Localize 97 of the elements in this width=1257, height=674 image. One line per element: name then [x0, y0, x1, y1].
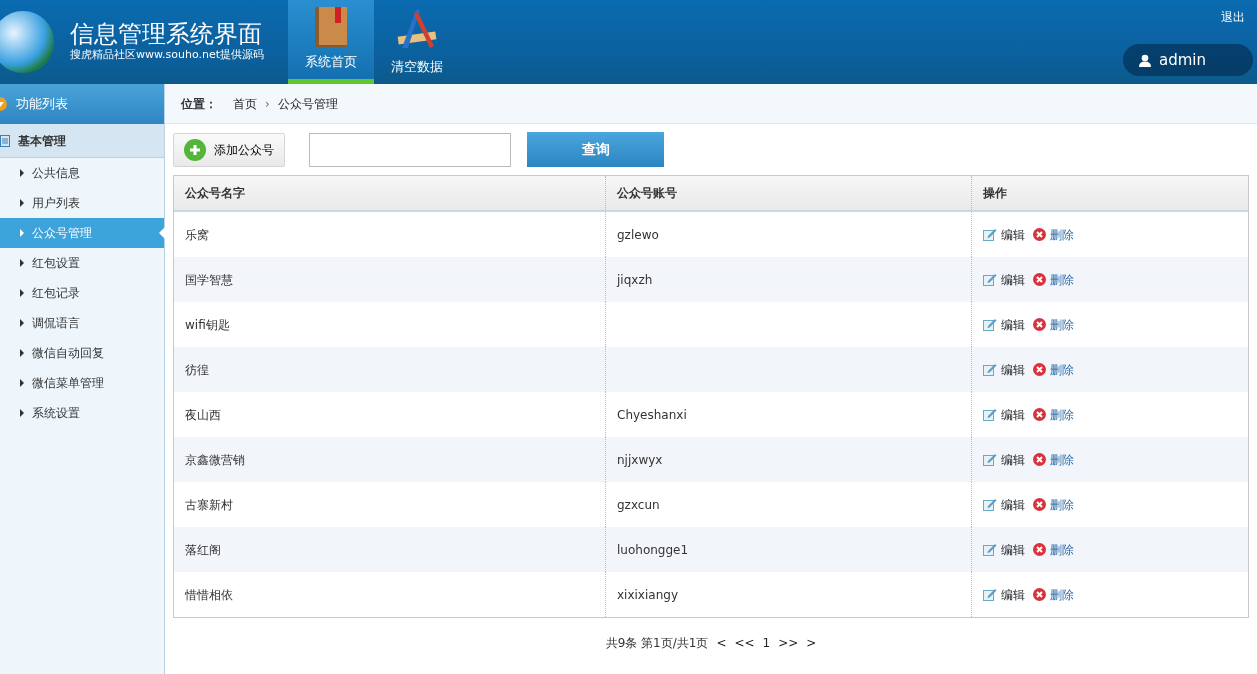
sidebar-item[interactable]: 系统设置 [0, 398, 164, 428]
pagination-summary: 共9条 第1页/共1页 [605, 635, 709, 652]
table-cell-text: 国学智慧 [184, 271, 234, 289]
edit-icon [983, 408, 997, 421]
table-cell-text: gzlewo [617, 226, 659, 244]
close-icon [1033, 318, 1046, 331]
table-cell-text: 夜山西 [184, 406, 222, 424]
triangle-icon [20, 409, 24, 417]
first-page-link[interactable]: < [716, 634, 727, 652]
triangle-icon [20, 319, 24, 327]
delete-link[interactable]: 删除 [1033, 585, 1074, 604]
delete-link[interactable]: 删除 [1033, 360, 1074, 379]
table-cell-text: 惜惜相依 [184, 586, 234, 604]
edit-link[interactable]: 编辑 [983, 585, 1025, 604]
triangle-icon [20, 229, 24, 237]
column-header: 公众号名字 [184, 185, 246, 202]
delete-link[interactable]: 删除 [1033, 405, 1074, 424]
book-icon [312, 6, 349, 48]
nav-tab[interactable]: 清空数据 [373, 0, 460, 84]
edit-link[interactable]: 编辑 [983, 405, 1025, 424]
sidebar-item[interactable]: 调侃语言 [0, 308, 164, 338]
breadcrumb-link[interactable]: 公众号管理 [277, 94, 338, 113]
app-subtitle: 搜虎精品社区www.souho.net提供源码 [70, 46, 264, 63]
sidebar-group-header: 基本管理 [0, 124, 164, 158]
table-cell-text: 京鑫微营销 [184, 451, 246, 469]
triangle-icon [20, 349, 24, 357]
edit-link[interactable]: 编辑 [983, 540, 1025, 559]
close-icon [1033, 453, 1046, 466]
triangle-icon [20, 379, 24, 387]
edit-link[interactable]: 编辑 [983, 495, 1025, 514]
triangle-icon [20, 199, 24, 207]
table-cell-text: 落红阁 [184, 541, 222, 559]
breadcrumb-label: 位置： [181, 95, 217, 113]
edit-link[interactable]: 编辑 [983, 315, 1025, 334]
edit-link[interactable]: 编辑 [983, 360, 1025, 379]
table-cell-text: Chyeshanxi [617, 406, 687, 424]
sidebar-item[interactable]: 微信菜单管理 [0, 368, 164, 398]
nav-tab[interactable]: 系统首页 [287, 0, 374, 84]
delete-link[interactable]: 删除 [1033, 315, 1074, 334]
edit-icon [983, 273, 997, 286]
breadcrumb-separator: › [265, 95, 270, 113]
add-button[interactable]: 添加公众号 [173, 132, 285, 167]
table-cell-text: jiqxzh [617, 271, 653, 289]
close-icon [1033, 408, 1046, 421]
edit-icon [983, 498, 997, 511]
search-field[interactable] [309, 132, 511, 167]
edit-icon [983, 543, 997, 556]
prev-page-link[interactable]: << [734, 634, 755, 652]
sidebar-item[interactable]: 红包记录 [0, 278, 164, 308]
sidebar-header: 功能列表 [0, 84, 164, 124]
close-icon [1033, 273, 1046, 286]
column-header: 公众号账号 [605, 176, 971, 210]
delete-link[interactable]: 删除 [1033, 270, 1074, 289]
delete-link[interactable]: 删除 [1033, 495, 1074, 514]
table-cell-text: wifi钥匙 [184, 316, 231, 334]
close-icon [1033, 588, 1046, 601]
edit-icon [983, 588, 997, 601]
close-icon [1033, 498, 1046, 511]
edit-icon [983, 318, 997, 331]
sidebar-item[interactable]: 红包设置 [0, 248, 164, 278]
edit-link[interactable]: 编辑 [983, 225, 1025, 244]
table-cell-text: gzxcun [617, 496, 660, 514]
sidebar-item[interactable]: 公共信息 [0, 158, 164, 188]
delete-link[interactable]: 删除 [1033, 450, 1074, 469]
logout-link[interactable]: 退出 [1221, 8, 1245, 26]
app-title: 信息管理系统界面 [70, 20, 263, 47]
table-cell-text: 彷徨 [184, 361, 210, 379]
close-icon [1033, 363, 1046, 376]
next-page-link[interactable]: >> [778, 634, 799, 652]
last-page-link[interactable]: > [806, 634, 817, 652]
page-link[interactable]: 1 [762, 634, 771, 652]
table-cell-text: 古寨新村 [184, 496, 234, 514]
plus-icon [184, 138, 206, 161]
edit-icon [983, 228, 997, 241]
list-icon [0, 134, 10, 147]
delete-link[interactable]: 删除 [1033, 540, 1074, 559]
close-icon [1033, 228, 1046, 241]
edit-link[interactable]: 编辑 [983, 270, 1025, 289]
table-cell-text: xixixiangy [617, 586, 678, 604]
edit-link[interactable]: 编辑 [983, 450, 1025, 469]
table-cell-text: 乐窝 [184, 226, 210, 244]
user-icon [1139, 53, 1151, 67]
table-cell-text: luohongge1 [617, 541, 689, 559]
edit-icon [983, 363, 997, 376]
table-cell-text: njjxwyx [617, 451, 663, 469]
edit-icon [983, 453, 997, 466]
breadcrumb-link[interactable]: 首页 [233, 94, 257, 113]
triangle-icon [20, 259, 24, 267]
column-header: 操作 [971, 176, 1248, 210]
delete-link[interactable]: 删除 [1033, 225, 1074, 244]
triangle-icon [20, 289, 24, 297]
globe-logo-icon [0, 11, 54, 73]
sidebar-item[interactable]: 微信自动回复 [0, 338, 164, 368]
close-icon [1033, 543, 1046, 556]
user-menu[interactable]: admin [1123, 44, 1253, 76]
triangle-icon [20, 169, 24, 177]
sidebar-item[interactable]: 用户列表 [0, 188, 164, 218]
